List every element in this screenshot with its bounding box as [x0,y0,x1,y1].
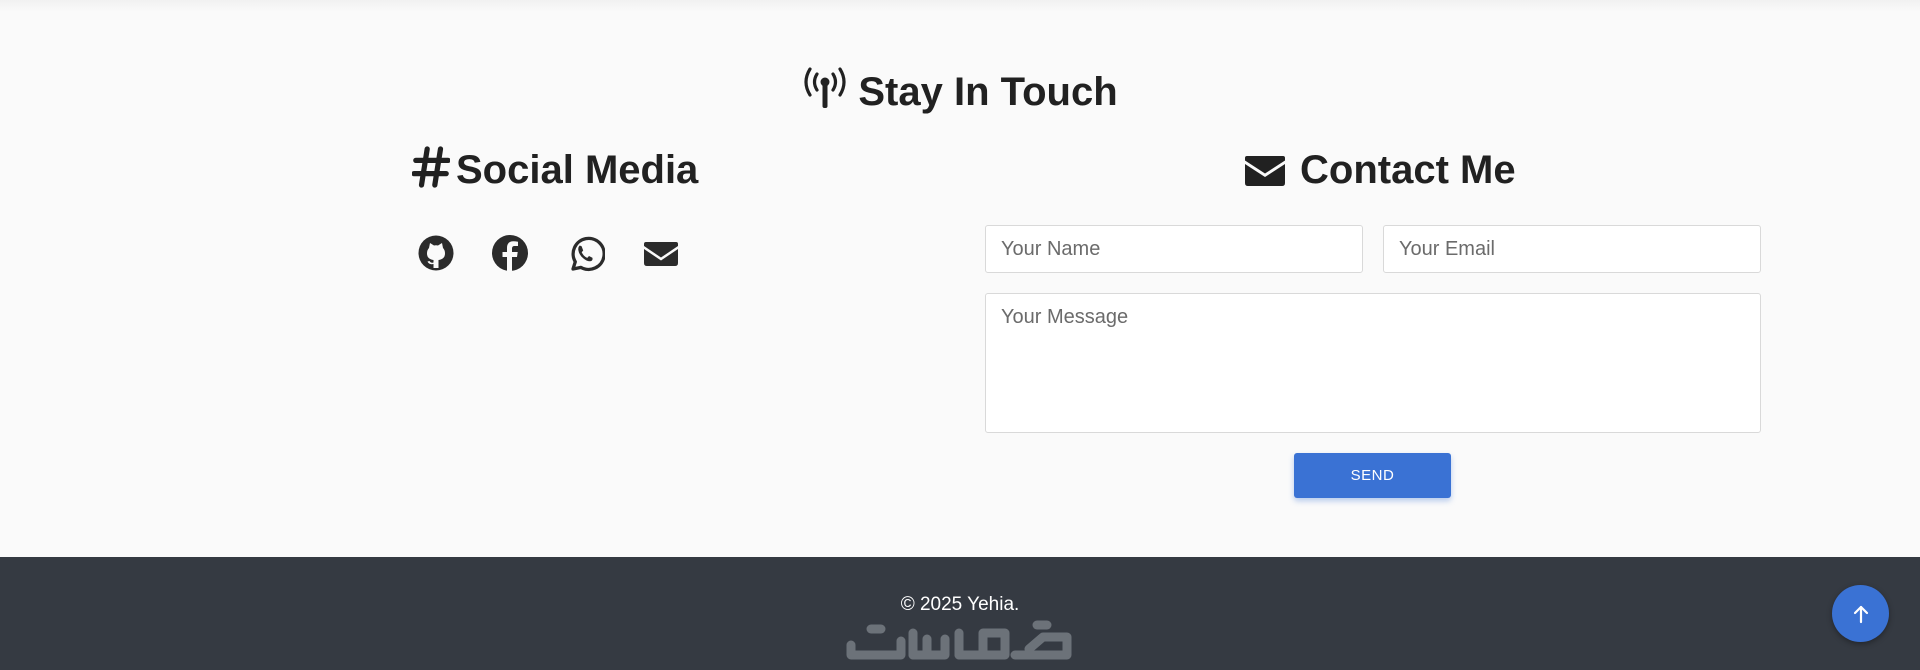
github-link[interactable] [416,233,456,273]
broadcast-tower-icon [802,65,848,111]
email-input[interactable] [1383,225,1761,273]
section-title: Stay In Touch [0,64,1920,120]
hashtag-icon [411,145,451,204]
social-media-title: Social Media [411,142,699,204]
social-media-title-text: Social Media [456,148,699,192]
facebook-link[interactable] [490,233,530,273]
arrow-up-icon [1853,605,1868,623]
khamsat-watermark-logo [846,620,1072,660]
section-title-text: Stay In Touch [858,70,1118,114]
contact-me-title: Contact Me [1244,142,1516,204]
email-link[interactable] [641,233,681,273]
name-input[interactable] [985,225,1363,273]
whatsapp-icon [571,236,605,271]
envelope-icon [1244,148,1294,204]
footer: © 2025 Yehia. [0,557,1920,670]
send-button[interactable]: SEND [1294,453,1451,498]
facebook-icon [492,235,528,271]
back-to-top-button[interactable] [1832,585,1889,642]
message-textarea[interactable] [985,293,1761,433]
section-divider [0,0,1920,12]
contact-me-title-text: Contact Me [1300,148,1516,192]
envelope-icon [644,242,678,266]
contact-section: Stay In Touch Social Media Contact Me Yo… [0,0,1920,557]
github-icon [418,235,454,271]
whatsapp-link[interactable] [565,233,605,273]
